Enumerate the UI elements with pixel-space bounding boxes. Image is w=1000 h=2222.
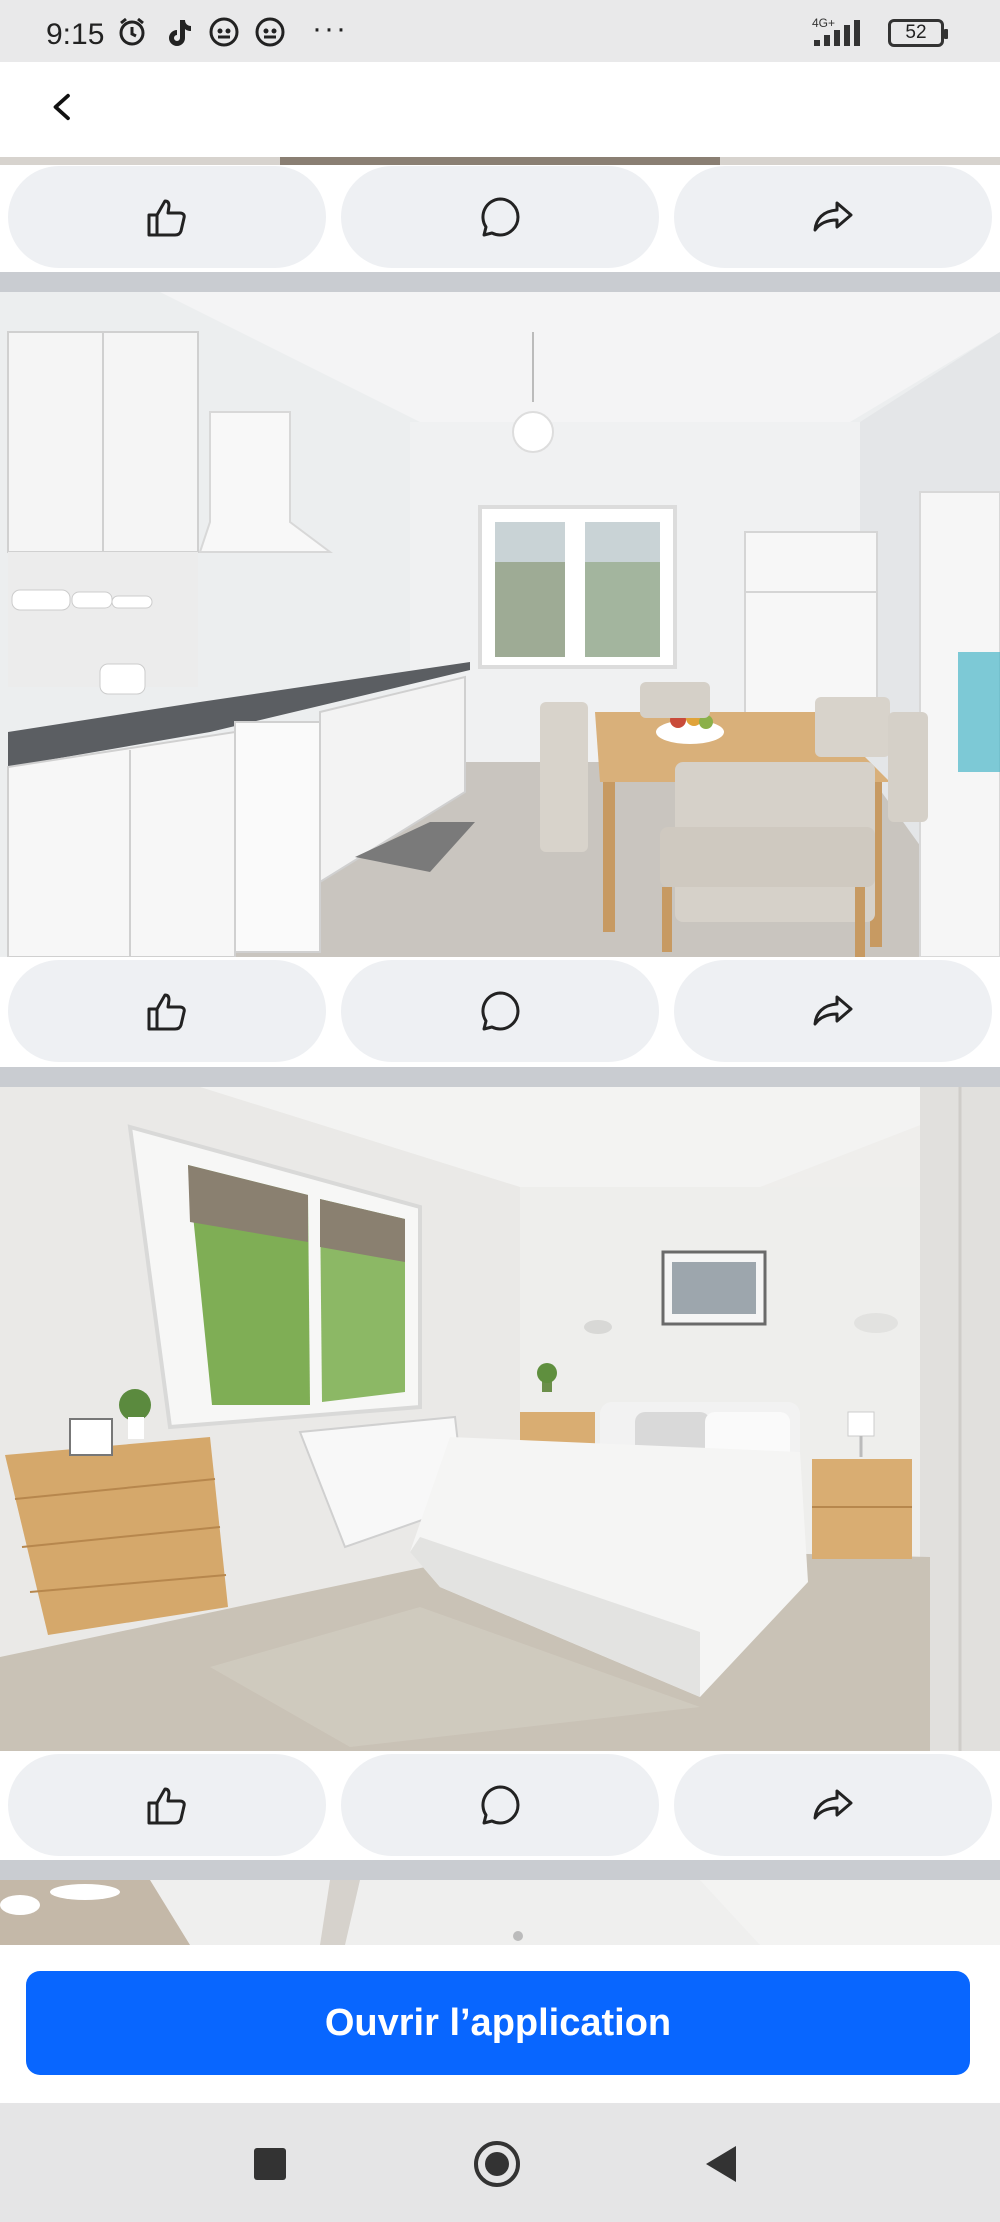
app-icon	[255, 17, 285, 47]
like-button[interactable]	[8, 166, 326, 268]
partial-photo-top[interactable]	[0, 154, 1000, 167]
partial-photo-bottom[interactable]	[0, 1880, 1000, 1945]
system-nav-bar	[0, 2103, 1000, 2222]
share-button[interactable]	[674, 960, 992, 1062]
network-type: 4G+	[812, 16, 836, 30]
open-app-bar: Ouvrir l’application	[0, 1945, 1000, 2103]
kitchen-dining-room-photo[interactable]	[0, 292, 1000, 957]
share-icon	[813, 995, 853, 1026]
bedroom-photo[interactable]	[0, 1087, 1000, 1751]
comment-button[interactable]	[341, 960, 659, 1062]
comment-button[interactable]	[341, 166, 659, 268]
post-actions	[0, 166, 1000, 272]
post-actions	[0, 960, 1000, 1066]
more-notifications-indicator: ···	[312, 12, 348, 45]
top-bar	[0, 62, 1000, 154]
like-icon	[147, 993, 186, 1031]
back-triangle-icon[interactable]	[706, 2146, 736, 2182]
signal-icon: 4G+	[812, 16, 874, 48]
status-app-icons	[116, 16, 286, 48]
like-button[interactable]	[8, 960, 326, 1062]
share-button[interactable]	[674, 1754, 992, 1856]
chevron-left-icon	[53, 93, 70, 121]
post-separator	[0, 272, 1000, 292]
comment-icon	[481, 991, 520, 1031]
post-separator	[0, 1860, 1000, 1880]
post-separator	[0, 1067, 1000, 1087]
comment-icon	[481, 1785, 520, 1825]
tiktok-icon	[169, 20, 191, 46]
share-button[interactable]	[674, 166, 992, 268]
home-circle-icon[interactable]	[474, 2141, 520, 2187]
battery-level: 52	[905, 22, 927, 43]
share-icon	[813, 1789, 853, 1820]
recents-square-icon[interactable]	[254, 2148, 286, 2180]
status-time: 9:15	[46, 18, 105, 51]
status-right-group: 4G+ 52	[812, 16, 948, 48]
battery-icon: 52	[888, 19, 948, 47]
like-button[interactable]	[8, 1754, 326, 1856]
comment-button[interactable]	[341, 1754, 659, 1856]
alarm-icon	[119, 17, 145, 46]
like-icon	[147, 1787, 186, 1825]
post-actions	[0, 1754, 1000, 1860]
comment-icon	[481, 197, 520, 237]
share-icon	[813, 201, 853, 232]
app-icon	[209, 17, 239, 47]
status-bar: 9:15 ··· 4G+ 52	[0, 0, 1000, 62]
like-icon	[147, 199, 186, 237]
open-app-button[interactable]: Ouvrir l’application	[26, 1971, 970, 2075]
back-button[interactable]	[40, 84, 86, 130]
